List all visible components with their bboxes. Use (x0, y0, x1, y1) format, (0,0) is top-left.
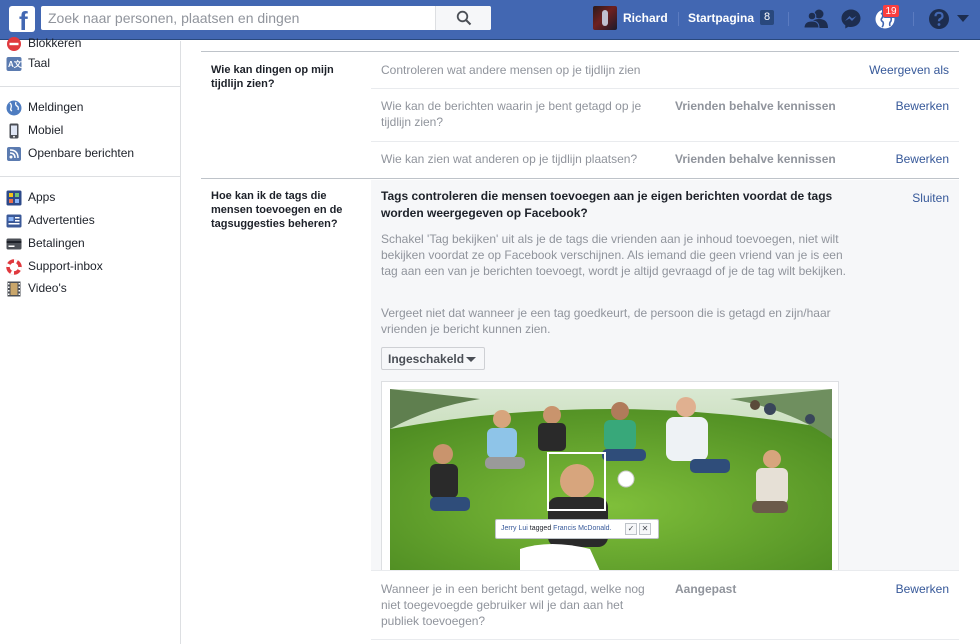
expanded-setting-title: Tags controleren die mensen toevoegen aa… (381, 189, 833, 220)
facebook-logo-letter: f (19, 6, 28, 32)
nav-separator (678, 12, 679, 26)
mobile-icon (9, 123, 19, 139)
block-icon (7, 37, 21, 51)
profile-name: Richard (623, 11, 668, 25)
reject-tag-button[interactable]: ✕ (639, 523, 651, 535)
row-description: Controleren wat andere mensen op je tijd… (381, 63, 641, 77)
edit-link[interactable]: Bewerken (896, 151, 949, 167)
svg-text:A文: A文 (8, 59, 22, 69)
row-value: Vrienden behalve kennissen (675, 152, 836, 166)
expanded-setting-panel: Tags controleren die mensen toevoegen aa… (371, 180, 959, 571)
notifications-count-badge: 19 (882, 4, 900, 18)
help-icon[interactable] (928, 8, 950, 30)
rss-icon (7, 147, 21, 161)
search-icon (456, 10, 472, 26)
friends-icon[interactable] (804, 8, 828, 30)
sidebar-item-label: Blokkeren (28, 36, 82, 50)
sidebar-item-label: Apps (28, 190, 56, 204)
ads-icon (6, 214, 22, 228)
help-paragraph: Schakel 'Tag bekijken' uit als je de tag… (381, 232, 846, 278)
row-divider (371, 570, 959, 571)
sidebar-item-label: Mobiel (28, 123, 64, 137)
tagger-name[interactable]: Jerry Lui (501, 525, 528, 532)
sidebar-item-label: Openbare berichten (28, 146, 135, 160)
view-as-link[interactable]: Weergeven als (869, 62, 949, 78)
globe-icon (6, 100, 22, 116)
tag-verb: tagged (529, 525, 552, 532)
search-input[interactable] (41, 6, 451, 30)
sidebar-item-label: Video's (28, 281, 67, 295)
row-description: Wie kan zien wat anderen op je tijdlijn … (381, 152, 638, 166)
sidebar-item-label: Meldingen (28, 100, 84, 114)
section-question: Hoe kan ik de tags die mensen toevoegen … (211, 190, 343, 230)
sidebar-item-label: Taal (28, 56, 51, 70)
close-link[interactable]: Sluiten (912, 190, 949, 206)
lifebuoy-icon (6, 259, 22, 275)
tagged-name[interactable]: Francis McDonald. (553, 525, 611, 532)
row-divider (371, 88, 959, 89)
row-divider (371, 141, 959, 142)
tag-notification: Jerry Lui tagged Francis McDonald. ✓ ✕ (495, 519, 659, 539)
search-button[interactable] (435, 6, 491, 30)
example-photo: Jerry Lui tagged Francis McDonald. ✓ ✕ (390, 389, 832, 571)
tag-review-example: Jerry Lui tagged Francis McDonald. ✓ ✕ (381, 381, 839, 571)
section-divider (201, 178, 959, 179)
language-icon: A文 (6, 57, 22, 71)
sidebar-item-label: Support-inbox (28, 259, 103, 273)
settings-sidebar: Blokkeren A文 Taal Meldingen Mobiel Openb… (0, 36, 181, 644)
search-box (41, 6, 491, 30)
approve-tag-button[interactable]: ✓ (625, 523, 637, 535)
film-icon (7, 281, 21, 297)
nav-separator (913, 12, 914, 26)
sidebar-divider (0, 86, 180, 87)
sidebar-divider (0, 176, 180, 177)
facebook-logo[interactable]: f (9, 6, 35, 32)
help-paragraph: Vergeet niet dat wanneer je een tag goed… (381, 306, 831, 336)
avatar (593, 6, 617, 30)
row-description: Wanneer je in een bericht bent getagd, w… (381, 582, 645, 628)
dropdown-value: Ingeschakeld (388, 352, 465, 366)
home-link[interactable]: Startpagina (688, 11, 754, 25)
payments-icon (6, 238, 22, 250)
nav-separator (788, 12, 789, 26)
row-value: Aangepast (675, 582, 737, 596)
sidebar-item-label: Advertenties (28, 213, 95, 227)
apps-icon (6, 190, 22, 206)
section-divider (201, 51, 959, 52)
row-value: Vrienden behalve kennissen (675, 99, 836, 113)
group-photo-illustration (390, 389, 832, 571)
row-description: Wie kan de berichten waarin je bent geta… (381, 99, 642, 129)
edit-link[interactable]: Bewerken (896, 98, 949, 114)
chevron-down-icon (466, 357, 476, 362)
home-count-badge: 8 (760, 10, 774, 25)
messenger-icon[interactable] (840, 8, 862, 30)
row-divider (371, 639, 959, 640)
face-tag-box (547, 452, 606, 511)
caret-down-icon[interactable] (957, 15, 969, 23)
top-navigation-bar: f Richard Startpagina 8 19 (0, 0, 980, 40)
section-question: Wie kan dingen op mijn tijdlijn zien? (211, 64, 334, 90)
timeline-tagging-settings: Wie kan dingen op mijn tijdlijn zien? Co… (201, 41, 959, 644)
sidebar-item-label: Betalingen (28, 236, 85, 250)
tag-review-dropdown[interactable]: Ingeschakeld (381, 347, 485, 370)
edit-link[interactable]: Bewerken (896, 581, 949, 597)
